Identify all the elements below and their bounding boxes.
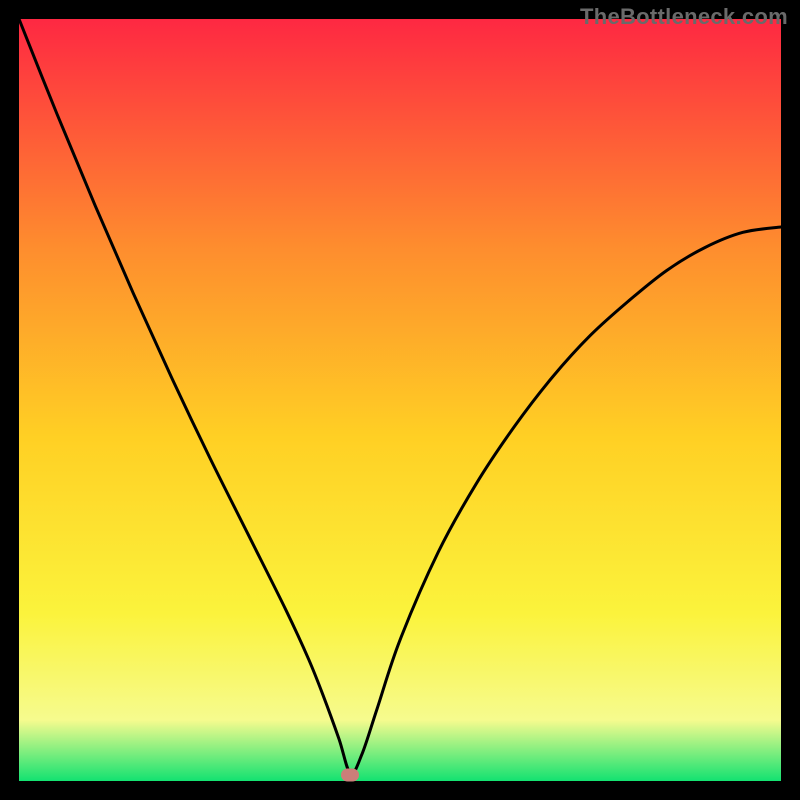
chart-frame: TheBottleneck.com: [0, 0, 800, 800]
gradient-background: [19, 19, 781, 781]
watermark-text: TheBottleneck.com: [580, 4, 788, 30]
plot-area: [19, 19, 781, 781]
optimal-point-marker: [341, 768, 359, 781]
chart-svg: [19, 19, 781, 781]
